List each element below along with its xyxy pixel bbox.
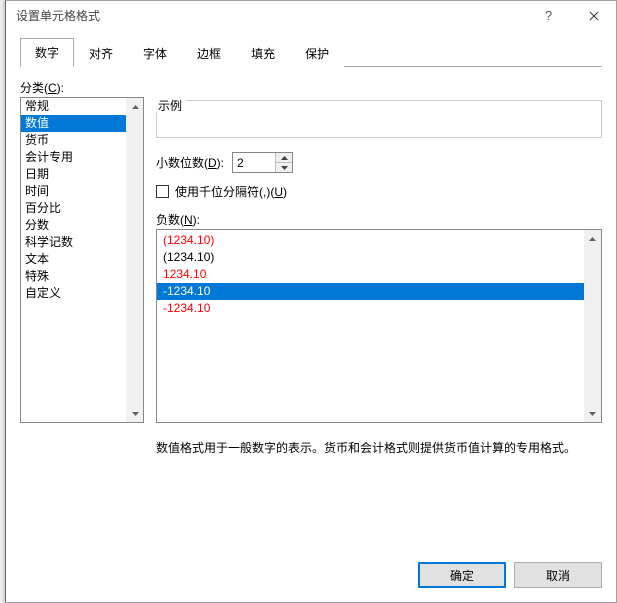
decimal-places-label: 小数位数(D):	[156, 154, 224, 171]
tab-strip: 数字对齐字体边框填充保护	[20, 41, 602, 67]
negative-numbers-label: 负数(N):	[156, 211, 200, 228]
category-listbox[interactable]: 常规数值货币会计专用日期时间百分比分数科学记数文本特殊自定义	[20, 97, 144, 423]
category-item[interactable]: 特殊	[21, 268, 126, 285]
help-button[interactable]: ?	[526, 1, 571, 31]
category-label: 分类(C):	[20, 79, 64, 96]
tab-font[interactable]: 字体	[128, 39, 182, 67]
dialog-title: 设置单元格格式	[6, 7, 526, 24]
category-item[interactable]: 日期	[21, 166, 126, 183]
dialog-footer: 确定 取消	[20, 562, 602, 588]
tab-border[interactable]: 边框	[182, 39, 236, 67]
checkbox-icon	[156, 185, 169, 198]
format-cells-dialog: 设置单元格格式 ? 数字对齐字体边框填充保护 分类(C): 常规数值货币会计专用…	[5, 0, 617, 603]
footer-separator	[20, 551, 602, 552]
negative-scrollbar[interactable]	[584, 230, 601, 422]
format-description: 数值格式用于一般数字的表示。货币和会计格式则提供货币值计算的专用格式。	[156, 439, 602, 458]
ok-button[interactable]: 确定	[418, 562, 506, 588]
tab-protect[interactable]: 保护	[290, 39, 344, 67]
tab-number[interactable]: 数字	[20, 38, 74, 67]
cancel-button[interactable]: 取消	[514, 562, 602, 588]
decimal-places-input[interactable]	[233, 153, 275, 172]
help-icon: ?	[545, 8, 552, 23]
spinner-down-button[interactable]	[276, 163, 292, 172]
number-tab-content: 分类(C): 常规数值货币会计专用日期时间百分比分数科学记数文本特殊自定义 示例…	[20, 79, 602, 531]
category-item[interactable]: 数值	[21, 115, 126, 132]
category-scrollbar[interactable]	[126, 98, 143, 422]
negative-format-item[interactable]: -1234.10	[157, 283, 584, 300]
sample-label: 示例	[156, 97, 184, 114]
scroll-down-icon[interactable]	[584, 405, 601, 422]
close-button[interactable]	[571, 1, 616, 31]
title-bar: 设置单元格格式 ?	[6, 1, 616, 31]
dialog-body: 数字对齐字体边框填充保护 分类(C): 常规数值货币会计专用日期时间百分比分数科…	[6, 31, 616, 602]
category-item[interactable]: 分数	[21, 217, 126, 234]
thousands-separator-label: 使用千位分隔符(,)(U)	[175, 183, 287, 200]
category-item[interactable]: 时间	[21, 183, 126, 200]
category-item[interactable]: 会计专用	[21, 149, 126, 166]
category-item[interactable]: 常规	[21, 98, 126, 115]
spinner-up-button[interactable]	[276, 153, 292, 163]
category-item[interactable]: 货币	[21, 132, 126, 149]
close-icon	[589, 11, 599, 21]
category-item[interactable]: 科学记数	[21, 234, 126, 251]
category-item[interactable]: 百分比	[21, 200, 126, 217]
negative-numbers-listbox[interactable]: (1234.10)(1234.10)1234.10-1234.10-1234.1…	[156, 229, 602, 423]
tab-fill[interactable]: 填充	[236, 39, 290, 67]
scroll-up-icon[interactable]	[127, 98, 143, 115]
tab-align[interactable]: 对齐	[74, 39, 128, 67]
negative-format-item[interactable]: (1234.10)	[157, 249, 584, 266]
negative-format-item[interactable]: (1234.10)	[157, 232, 584, 249]
decimal-places-spinner[interactable]	[232, 152, 293, 173]
thousands-separator-checkbox[interactable]: 使用千位分隔符(,)(U)	[156, 183, 287, 200]
sample-box	[156, 100, 602, 138]
category-item[interactable]: 自定义	[21, 285, 126, 302]
category-item[interactable]: 文本	[21, 251, 126, 268]
scroll-down-icon[interactable]	[127, 405, 143, 422]
negative-format-item[interactable]: -1234.10	[157, 300, 584, 317]
scroll-up-icon[interactable]	[584, 230, 601, 247]
negative-format-item[interactable]: 1234.10	[157, 266, 584, 283]
right-pane: 示例 小数位数(D):	[156, 79, 602, 531]
